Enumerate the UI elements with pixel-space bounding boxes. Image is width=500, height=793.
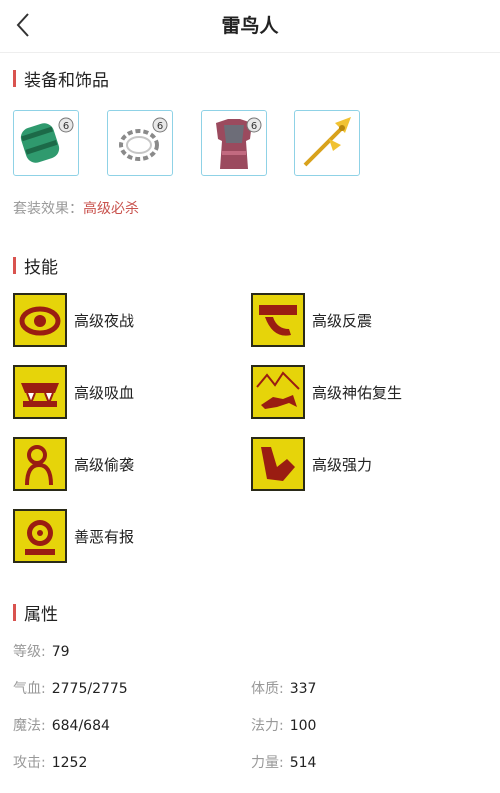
section-accent-bar xyxy=(13,603,16,621)
attribute-hp: 气血: 2775/2775 xyxy=(13,679,128,699)
set-effect-value: 高级必杀 xyxy=(83,201,139,217)
attribute-constitution: 体质: 337 xyxy=(251,679,316,699)
skill-name: 高级吸血 xyxy=(74,383,135,402)
equipment-section-label: 装备和饰品 xyxy=(24,70,109,91)
attributes-section-title: 属性 xyxy=(13,601,58,625)
golden-hairpin-icon xyxy=(303,117,351,167)
equipment-level-badge: 6 xyxy=(157,121,163,132)
attribute-value: 1252 xyxy=(51,755,88,771)
skill-item[interactable]: 高级夜战 xyxy=(13,292,134,348)
chain-necklace-icon: 6 xyxy=(119,117,168,161)
skill-icon-box xyxy=(251,293,305,347)
skill-icon-box xyxy=(251,437,305,491)
armor-icon: 6 xyxy=(216,117,262,169)
attribute-label: 力量: xyxy=(251,755,284,771)
skill-name: 高级偷袭 xyxy=(74,455,135,474)
equipment-slot-2[interactable]: 6 xyxy=(107,110,173,176)
skill-name: 高级强力 xyxy=(312,455,373,474)
attribute-strength: 力量: 514 xyxy=(251,753,316,773)
attribute-value: 100 xyxy=(289,718,317,734)
section-accent-bar xyxy=(13,69,16,87)
attribute-label: 法力: xyxy=(251,718,284,734)
equipment-section-title: 装备和饰品 xyxy=(13,67,109,91)
header-bar: 雷鸟人 xyxy=(0,0,500,53)
flexed-arm-icon xyxy=(261,447,295,481)
attribute-mp: 魔法: 684/684 xyxy=(13,716,110,736)
equipment-slot-1[interactable]: 6 xyxy=(13,110,79,176)
skill-item[interactable]: 高级吸血 xyxy=(13,364,134,420)
attribute-attack: 攻击: 1252 xyxy=(13,753,87,773)
skills-section-label: 技能 xyxy=(24,257,58,278)
set-effect-label: 套装效果： xyxy=(13,201,83,217)
skill-item[interactable]: 高级偷袭 xyxy=(13,436,134,492)
attribute-level: 等级: 79 xyxy=(13,642,70,662)
karma-seal-icon xyxy=(25,520,55,555)
skill-icon-box xyxy=(13,365,67,419)
attribute-value: 2775/2775 xyxy=(51,681,128,697)
arm-shield-icon xyxy=(259,305,297,336)
attribute-label: 等级: xyxy=(13,644,46,660)
skill-name: 高级夜战 xyxy=(74,311,135,330)
attribute-value: 337 xyxy=(289,681,317,697)
skill-name: 高级反震 xyxy=(312,311,373,330)
attribute-magic: 法力: 100 xyxy=(251,716,316,736)
sneak-figure-icon xyxy=(25,445,53,486)
equipment-level-badge: 6 xyxy=(63,121,69,132)
set-effect: 套装效果：高级必杀 xyxy=(13,198,139,218)
attribute-value: 684/684 xyxy=(51,718,110,734)
skill-item[interactable]: 高级强力 xyxy=(251,436,372,492)
skill-item[interactable]: 高级神佑复生 xyxy=(251,364,402,420)
equipment-level-badge: 6 xyxy=(251,121,257,132)
fangs-icon xyxy=(21,383,59,407)
equipment-slot-4[interactable] xyxy=(294,110,360,176)
section-accent-bar xyxy=(13,256,16,274)
skill-icon-box xyxy=(13,437,67,491)
skill-item[interactable]: 善恶有报 xyxy=(13,508,134,564)
skills-section-title: 技能 xyxy=(13,254,58,278)
skill-icon-box xyxy=(251,365,305,419)
eye-icon xyxy=(19,306,61,336)
equipment-slot-3[interactable]: 6 xyxy=(201,110,267,176)
attribute-label: 攻击: xyxy=(13,755,46,771)
skill-name: 善恶有报 xyxy=(74,527,135,546)
attribute-label: 魔法: xyxy=(13,718,46,734)
mountain-horse-icon xyxy=(256,371,300,409)
attribute-value: 514 xyxy=(289,755,317,771)
skill-icon-box xyxy=(13,509,67,563)
page-title: 雷鸟人 xyxy=(221,15,279,37)
skill-name: 高级神佑复生 xyxy=(312,383,403,402)
attribute-value: 79 xyxy=(51,644,70,660)
green-bracer-icon: 6 xyxy=(20,117,74,163)
skill-icon-box xyxy=(13,293,67,347)
attribute-label: 气血: xyxy=(13,681,46,697)
attributes-section-label: 属性 xyxy=(24,604,58,625)
skill-item[interactable]: 高级反震 xyxy=(251,292,372,348)
attribute-label: 体质: xyxy=(251,681,284,697)
